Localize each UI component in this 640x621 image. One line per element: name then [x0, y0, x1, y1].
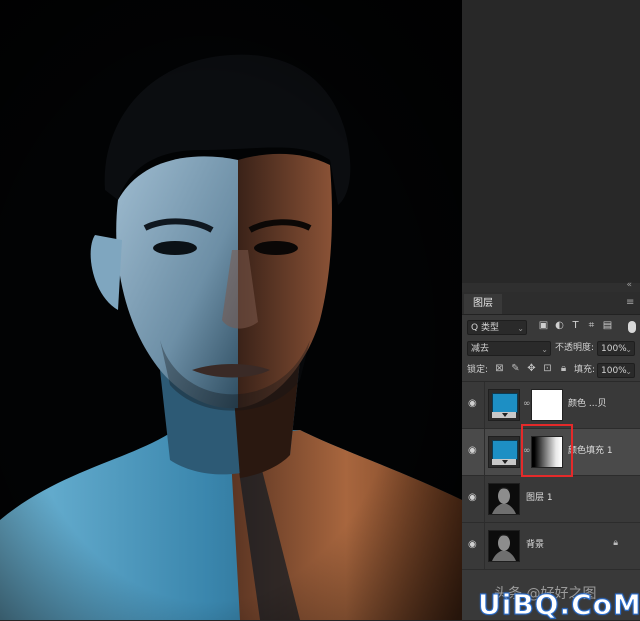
lock-label: 锁定: [467, 365, 489, 375]
layer-row-background[interactable]: ◉ 背景 🔒︎ [462, 523, 640, 570]
layer-row-color-copy[interactable]: ◉ ∞ 颜色 ...贝 [462, 382, 640, 429]
lock-artboard-icon[interactable]: ⊡ [542, 363, 553, 374]
layer-name[interactable]: 背景 [526, 539, 544, 552]
layer-name[interactable]: 图层 1 [526, 492, 553, 505]
chevron-down-icon: ⌄ [625, 345, 632, 354]
chain-link-icon[interactable]: ∞ [523, 398, 531, 410]
lock-all-icon[interactable]: 🔒︎ [558, 363, 569, 374]
watermark-logo-text: UiBQ.CoM [478, 588, 640, 621]
fill-thumbnail [488, 436, 520, 468]
chevron-down-icon: ⌄ [541, 345, 548, 354]
image-filter-icon[interactable]: ▣ [538, 320, 549, 331]
fill-value: 100% [601, 366, 627, 376]
opacity-field[interactable]: 100% ⌄ [597, 341, 635, 356]
eye-icon[interactable]: ◉ [468, 399, 480, 409]
lock-paint-icon[interactable]: ✎ [510, 363, 521, 374]
portrait-thumbnail [488, 483, 520, 515]
opacity-label: 不透明度: [555, 343, 595, 353]
panel-collapse-bar[interactable]: « [462, 280, 640, 292]
layer-name[interactable]: 颜色 ...贝 [568, 398, 606, 411]
filter-kind-label: Q 类型 [471, 323, 499, 333]
lock-transparent-icon[interactable]: ⊠ [494, 363, 505, 374]
divider [484, 476, 485, 522]
eye-icon[interactable]: ◉ [468, 446, 480, 456]
eye-icon[interactable]: ◉ [468, 540, 480, 550]
chevron-down-icon: ⌄ [625, 367, 632, 376]
portrait-thumbnail [488, 530, 520, 562]
layer-mask-thumbnail[interactable] [531, 389, 563, 421]
divider [484, 429, 485, 475]
layer-name[interactable]: 颜色填充 1 [568, 445, 613, 458]
divider [484, 382, 485, 428]
blend-row: 减去 ⌄ 不透明度: 100% ⌄ [462, 339, 640, 359]
layer-row-layer-1[interactable]: ◉ 图层 1 [462, 476, 640, 523]
fill-thumbnail [488, 389, 520, 421]
fill-field[interactable]: 100% ⌄ [597, 363, 635, 378]
hamburger-icon[interactable]: ≡ [626, 298, 636, 308]
smart-object-filter-icon[interactable]: ▤ [602, 320, 613, 331]
adjustment-filter-icon[interactable]: ◐ [554, 320, 565, 331]
divider [484, 523, 485, 569]
type-filter-icon[interactable]: T [570, 320, 581, 331]
filter-kind-select[interactable]: Q 类型 ⌄ [467, 320, 527, 335]
portrait-image [0, 0, 462, 620]
blend-mode-value: 减去 [471, 344, 490, 354]
lock-row: 锁定: ⊠ ✎ ✥ ⊡ 🔒︎ 填充: 100% ⌄ [462, 360, 640, 380]
shape-filter-icon[interactable]: ⌗ [586, 320, 597, 331]
blend-mode-select[interactable]: 减去 ⌄ [467, 341, 551, 356]
layer-filter-row: Q 类型 ⌄ ▣ ◐ T ⌗ ▤ [462, 316, 640, 338]
lock-position-icon[interactable]: ✥ [526, 363, 537, 374]
eye-icon[interactable]: ◉ [468, 493, 480, 503]
opacity-value: 100% [601, 344, 627, 354]
mask-highlight-box [521, 424, 573, 477]
tab-layers[interactable]: 图层 [464, 294, 502, 314]
filter-toggle[interactable] [628, 321, 636, 333]
collapse-icon[interactable]: « [626, 280, 632, 290]
fill-label: 填充: [574, 365, 596, 375]
lock-icon: 🔒︎ [613, 538, 618, 548]
panel-tabbar: 图层 ≡ [462, 292, 640, 315]
chevron-down-icon: ⌄ [517, 324, 524, 333]
document-canvas[interactable] [0, 0, 462, 620]
